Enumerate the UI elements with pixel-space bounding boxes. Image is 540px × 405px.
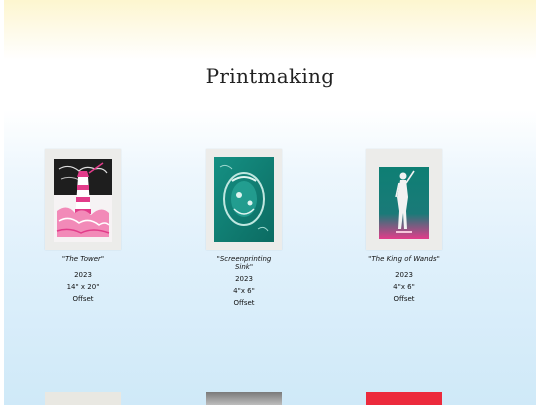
page-title: Printmaking (205, 64, 335, 88)
artwork-title: "The Tower" (61, 255, 105, 263)
page-background: Printmaking "The Tower" 2023 14" x 20" O… (4, 0, 536, 405)
artwork-image-king-of-wands[interactable] (366, 149, 442, 250)
artwork-year: 2023 (74, 271, 92, 279)
artwork-medium: Offset (72, 295, 94, 303)
artwork-image-tower[interactable] (45, 149, 121, 250)
artwork-card-sink[interactable]: "Screenprinting Sink" 2023 4"x 6" Offset (184, 149, 304, 309)
artwork-card-tower[interactable]: "The Tower" 2023 14" x 20" Offset (23, 149, 143, 305)
artwork-image-next-1[interactable] (45, 392, 121, 405)
artwork-image-next-3[interactable] (366, 392, 442, 405)
artwork-title: "Screenprinting Sink" (216, 255, 272, 271)
artwork-medium: Offset (233, 299, 255, 307)
artwork-image-next-2[interactable] (206, 392, 282, 405)
artwork-image-sink[interactable] (206, 149, 282, 250)
artwork-year: 2023 (395, 271, 413, 279)
artwork-card-king-of-wands[interactable]: "The King of Wands" 2023 4"x 6" Offset (344, 149, 464, 305)
artwork-medium: Offset (393, 295, 415, 303)
artwork-title: "The King of Wands" (368, 255, 440, 263)
artwork-size: 14" x 20" (66, 283, 100, 291)
artwork-year: 2023 (235, 275, 253, 283)
artwork-size: 4"x 6" (233, 287, 255, 295)
artwork-size: 4"x 6" (393, 283, 415, 291)
